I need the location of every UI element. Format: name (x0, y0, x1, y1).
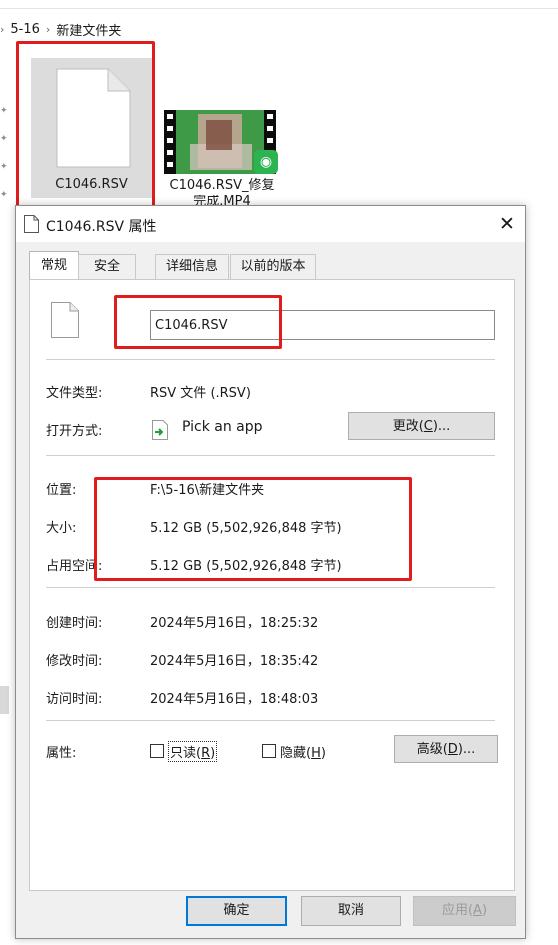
created-label: 创建时间: (46, 616, 103, 631)
highlight-box-file (16, 41, 155, 208)
divider (46, 587, 495, 588)
pin-icon: ✦ (0, 134, 8, 144)
nav-pane-scrollbar[interactable] (0, 686, 9, 714)
close-button[interactable]: ✕ (494, 212, 520, 236)
divider (46, 720, 495, 721)
highlight-box-size (94, 477, 412, 581)
pin-icon: ✦ (0, 190, 8, 200)
pin-icon: ✦ (0, 106, 8, 116)
dialog-title: C1046.RSV 属性 (46, 219, 157, 235)
highlight-box-name (114, 295, 282, 349)
advanced-button[interactable]: 高级(D)... (394, 735, 498, 763)
media-player-badge-icon: ◉ (254, 150, 278, 174)
breadcrumb-chevron-icon: › (45, 22, 51, 36)
ok-button[interactable]: 确定 (186, 896, 287, 926)
created-value: 2024年5月16日，18:25:32 (150, 616, 319, 631)
file-type-value: RSV 文件 (.RSV) (150, 386, 251, 401)
hidden-checkbox[interactable]: 隐藏(H) (262, 742, 326, 761)
cancel-button[interactable]: 取消 (301, 896, 401, 926)
general-tab-panel: 文件类型: RSV 文件 (.RSV) 打开方式: Pick an app 更改… (29, 279, 515, 891)
file-type-label: 文件类型: (46, 386, 103, 401)
readonly-checkbox[interactable]: 只读(R) (150, 740, 218, 762)
readonly-label: 只读(R) (168, 740, 218, 762)
breadcrumb-item-5-16[interactable]: 5-16 (10, 22, 40, 37)
document-file-icon (24, 215, 39, 233)
tab-previous-versions[interactable]: 以前的版本 (230, 254, 316, 279)
pick-app-icon (152, 420, 168, 440)
location-label: 位置: (46, 483, 77, 498)
file-name-label: C1046.RSV_修复 (169, 178, 275, 193)
open-with-value: Pick an app (182, 419, 263, 435)
breadcrumb: › 5-16 › 新建文件夹 (0, 19, 121, 39)
modified-label: 修改时间: (46, 654, 103, 669)
accessed-value: 2024年5月16日，18:48:03 (150, 692, 319, 707)
attributes-label: 属性: (46, 746, 77, 761)
breadcrumb-item-new-folder[interactable]: 新建文件夹 (56, 20, 121, 39)
breadcrumb-chevron-icon: › (0, 22, 5, 36)
size-label: 大小: (46, 521, 77, 536)
apply-button[interactable]: 应用(A) (413, 896, 516, 926)
hidden-label: 隐藏(H) (280, 745, 326, 761)
open-with-label: 打开方式: (46, 424, 103, 439)
tab-security[interactable]: 安全 (78, 254, 136, 279)
file-item-mp4[interactable]: ◉ C1046.RSV_修复 完成.MP4 (160, 58, 284, 208)
tab-details[interactable]: 详细信息 (155, 254, 229, 279)
divider (46, 359, 495, 360)
document-file-icon (51, 302, 79, 338)
accessed-label: 访问时间: (46, 692, 103, 707)
dialog-title-bar[interactable]: C1046.RSV 属性 ✕ (16, 206, 525, 242)
address-bar-border (0, 8, 558, 9)
change-app-button[interactable]: 更改(C)... (348, 412, 495, 440)
tab-general[interactable]: 常规 (29, 251, 79, 280)
modified-value: 2024年5月16日，18:35:42 (150, 654, 319, 669)
pin-icon: ✦ (0, 162, 8, 172)
divider (46, 455, 495, 456)
readonly-checkbox-box[interactable] (150, 744, 164, 758)
close-icon: ✕ (499, 213, 515, 235)
file-name-label-line2: 完成.MP4 (193, 195, 251, 205)
hidden-checkbox-box[interactable] (262, 744, 276, 758)
